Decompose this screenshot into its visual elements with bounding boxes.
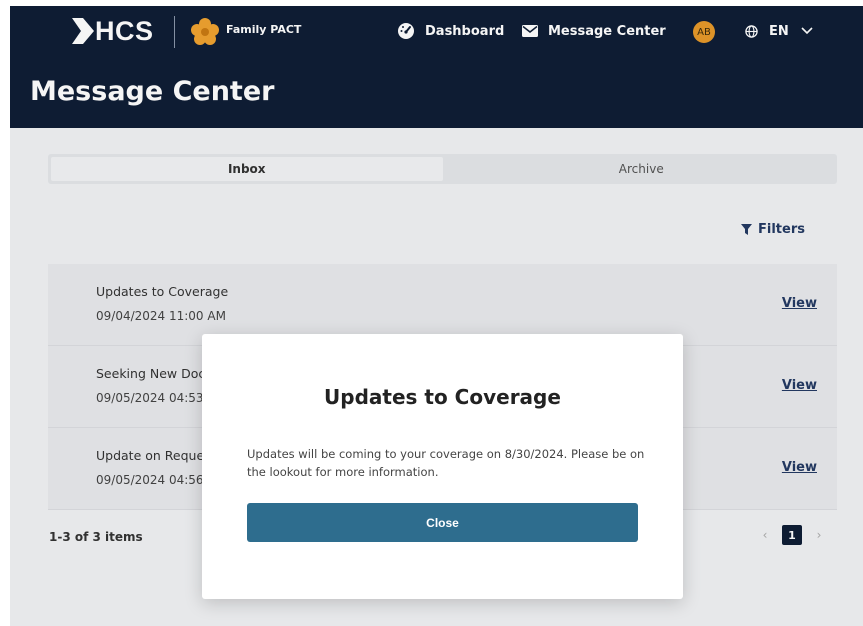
message-modal: Updates to Coverage Updates will be comi… — [202, 334, 683, 599]
close-button[interactable]: Close — [247, 503, 638, 542]
modal-title: Updates to Coverage — [324, 385, 561, 409]
app-frame: HCS Family PACT Dashboard Message Center… — [10, 6, 863, 626]
modal-body: Updates will be coming to your coverage … — [247, 447, 645, 479]
